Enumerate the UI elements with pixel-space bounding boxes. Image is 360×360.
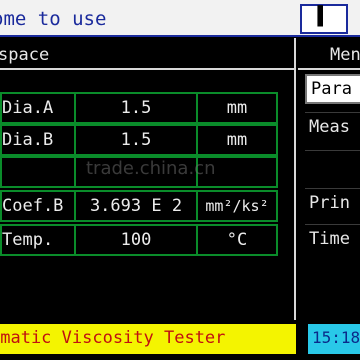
menu-item-para[interactable]: Para (305, 74, 360, 104)
param-name (0, 156, 76, 188)
window-control-button[interactable] (300, 4, 348, 34)
menu-title: Men (330, 45, 360, 65)
menu-header-divider (298, 68, 360, 70)
param-name: Dia.A (0, 92, 76, 124)
param-row-coef-b: Coef.B 3.693 E 2 mm²/ks² (0, 190, 278, 222)
param-value-field[interactable]: 100 (74, 224, 198, 256)
clock-text: 15:18 (312, 328, 360, 347)
param-value-field[interactable]: 1.5 (74, 124, 198, 156)
param-value-field[interactable]: 3.693 E 2 (74, 190, 198, 222)
menu-item-meas[interactable]: Meas (305, 112, 360, 142)
menu-item-prin[interactable]: Prin (305, 188, 360, 218)
window-title: ome to use (0, 8, 107, 30)
param-row-dia-b: Dia.B 1.5 mm (0, 124, 278, 156)
param-unit: mm (196, 92, 278, 124)
param-row-dia-a: Dia.A 1.5 mm (0, 92, 278, 124)
menu-item-time[interactable]: Time (305, 224, 360, 254)
menu-item-empty[interactable] (305, 150, 360, 180)
title-divider (0, 35, 360, 37)
param-name: Dia.B (0, 124, 76, 156)
param-name: Temp. (0, 224, 76, 256)
param-unit: mm (196, 124, 278, 156)
window-control-icon: ▐ (312, 6, 323, 27)
param-unit: mm²/ks² (196, 190, 278, 222)
param-name: Coef.B (0, 190, 76, 222)
param-row-temp: Temp. 100 °C (0, 224, 278, 256)
watermark: trade.china.cn (86, 158, 216, 179)
param-unit: °C (196, 224, 278, 256)
param-value-field[interactable]: 1.5 (74, 92, 198, 124)
status-text: ematic Viscosity Tester (0, 328, 226, 348)
workspace-title: space (0, 45, 50, 65)
